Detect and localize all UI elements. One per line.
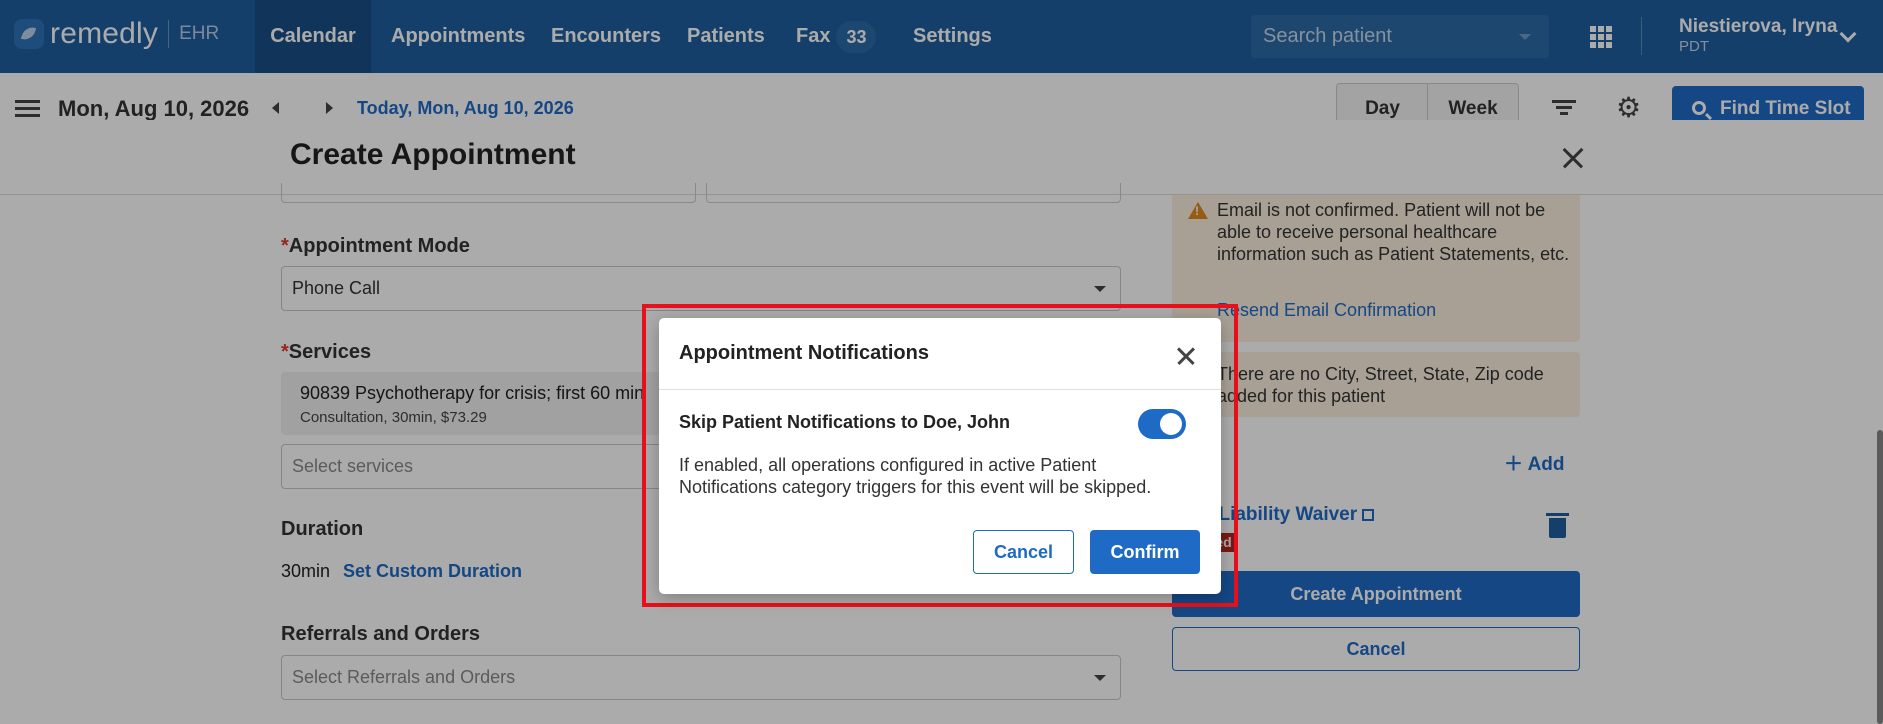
- skip-notifications-label: Skip Patient Notifications to Doe, John: [679, 412, 1011, 432]
- toggle-knob: [1160, 413, 1182, 435]
- skip-notifications-toggle[interactable]: [1138, 409, 1186, 439]
- skip-notifications-description: If enabled, all operations configured in…: [679, 455, 1152, 497]
- modal-title: Appointment Notifications: [679, 342, 929, 364]
- modal-cancel-button[interactable]: Cancel: [973, 530, 1074, 574]
- notifications-modal: Appointment Notifications Skip Patient N…: [659, 318, 1221, 594]
- modal-divider: [659, 389, 1221, 390]
- modal-confirm-button[interactable]: Confirm: [1090, 530, 1200, 574]
- modal-close-icon[interactable]: [1175, 345, 1197, 367]
